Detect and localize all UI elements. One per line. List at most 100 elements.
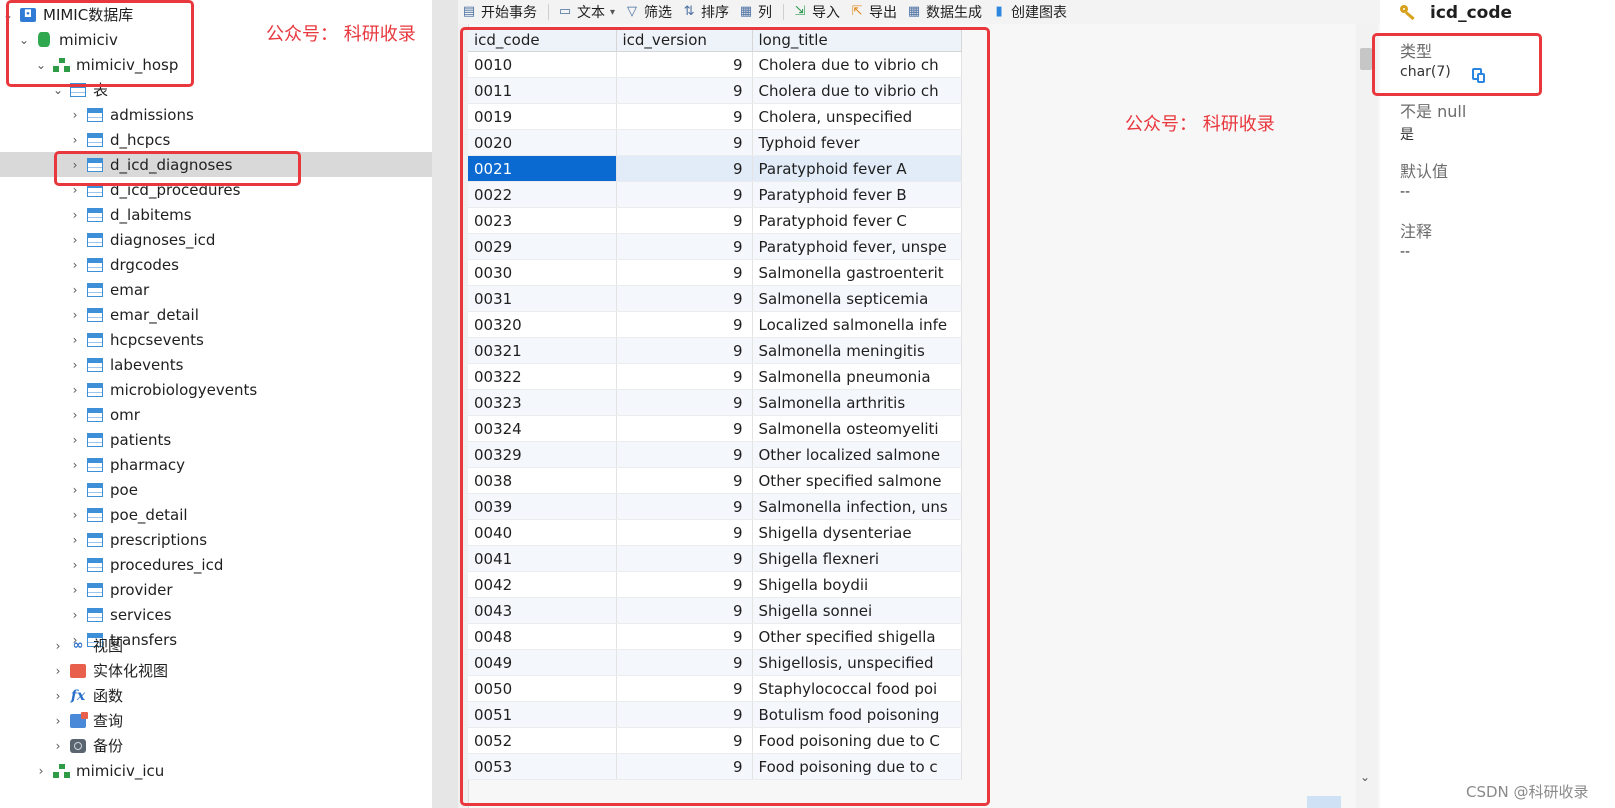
chevron-down-icon[interactable]: ⌄: [0, 8, 16, 22]
chevron-right-icon[interactable]: ›: [33, 764, 49, 778]
cell-icd-version[interactable]: 9: [616, 545, 753, 572]
cell-long-title[interactable]: Cholera, unspecified: [752, 103, 962, 130]
cell-icd-code[interactable]: 00324: [468, 415, 617, 442]
table-row[interactable]: 0023 9 Paratyphoid fever C: [468, 207, 962, 234]
cell-icd-code[interactable]: 0020: [468, 129, 617, 156]
chevron-right-icon[interactable]: ›: [67, 458, 83, 472]
caret-down-icon[interactable]: ▾: [610, 7, 615, 18]
cell-icd-version[interactable]: 9: [616, 363, 753, 390]
cell-long-title[interactable]: Shigellosis, unspecified: [752, 649, 962, 676]
chevron-down-icon[interactable]: ⌄: [50, 83, 66, 97]
table-row[interactable]: 00322 9 Salmonella pneumonia: [468, 363, 962, 390]
cell-icd-code[interactable]: 00320: [468, 311, 617, 338]
cell-icd-version[interactable]: 9: [616, 493, 753, 520]
tree-table-item[interactable]: › d_icd_diagnoses: [0, 152, 432, 177]
chevron-right-icon[interactable]: ›: [67, 283, 83, 297]
chevron-right-icon[interactable]: ›: [50, 689, 66, 703]
cell-icd-code[interactable]: 00321: [468, 337, 617, 364]
filter-button[interactable]: ▽ 筛选: [621, 1, 678, 23]
table-row[interactable]: 0022 9 Paratyphoid fever B: [468, 181, 962, 208]
cell-long-title[interactable]: Cholera due to vibrio ch: [752, 51, 962, 78]
panel-splitter[interactable]: [432, 0, 458, 808]
chevron-right-icon[interactable]: ›: [67, 558, 83, 572]
table-row[interactable]: 0021 9 Paratyphoid fever A: [468, 155, 962, 182]
import-button[interactable]: ⇲ 导入: [789, 1, 846, 23]
cell-icd-version[interactable]: 9: [616, 155, 753, 182]
table-row[interactable]: 0030 9 Salmonella gastroenterit: [468, 259, 962, 286]
horizontal-scrollbar-thumb[interactable]: [1307, 796, 1341, 808]
table-row[interactable]: 0042 9 Shigella boydii: [468, 571, 962, 598]
vertical-scrollbar[interactable]: ⌄: [1356, 24, 1378, 808]
cell-long-title[interactable]: Salmonella osteomyeliti: [752, 415, 962, 442]
cell-icd-version[interactable]: 9: [616, 77, 753, 104]
tree-table-item[interactable]: › hcpcsevents: [0, 327, 432, 352]
cell-long-title[interactable]: Other localized salmone: [752, 441, 962, 468]
cell-long-title[interactable]: Shigella sonnei: [752, 597, 962, 624]
cell-icd-code[interactable]: 0043: [468, 597, 617, 624]
table-row[interactable]: 0050 9 Staphylococcal food poi: [468, 675, 962, 702]
cell-icd-code[interactable]: 0049: [468, 649, 617, 676]
cell-long-title[interactable]: Food poisoning due to c: [752, 753, 962, 780]
tree-table-item[interactable]: › microbiologyevents: [0, 377, 432, 402]
columns-button[interactable]: ▦ 列: [735, 1, 778, 23]
table-row[interactable]: 00320 9 Localized salmonella infe: [468, 311, 962, 338]
copy-icon[interactable]: [1472, 68, 1485, 83]
cell-long-title[interactable]: Salmonella septicemia: [752, 285, 962, 312]
cell-icd-code[interactable]: 0010: [468, 51, 617, 78]
chevron-right-icon[interactable]: ›: [67, 358, 83, 372]
chevron-down-icon[interactable]: ⌄: [16, 33, 32, 47]
tree-materialized-views[interactable]: › 实体化视图: [0, 658, 432, 683]
cell-icd-code[interactable]: 0048: [468, 623, 617, 650]
cell-icd-version[interactable]: 9: [616, 207, 753, 234]
table-row[interactable]: 0039 9 Salmonella infection, uns: [468, 493, 962, 520]
cell-long-title[interactable]: Food poisoning due to C: [752, 727, 962, 754]
chevron-right-icon[interactable]: ›: [50, 714, 66, 728]
chevron-right-icon[interactable]: ›: [67, 333, 83, 347]
chevron-right-icon[interactable]: ›: [67, 583, 83, 597]
chevron-right-icon[interactable]: ›: [50, 739, 66, 753]
cell-long-title[interactable]: Other specified salmone: [752, 467, 962, 494]
cell-long-title[interactable]: Salmonella arthritis: [752, 389, 962, 416]
cell-icd-version[interactable]: 9: [616, 311, 753, 338]
cell-icd-version[interactable]: 9: [616, 129, 753, 156]
cell-long-title[interactable]: Typhoid fever: [752, 129, 962, 156]
cell-long-title[interactable]: Paratyphoid fever C: [752, 207, 962, 234]
tree-table-item[interactable]: › poe: [0, 477, 432, 502]
table-row[interactable]: 00323 9 Salmonella arthritis: [468, 389, 962, 416]
chevron-right-icon[interactable]: ›: [67, 433, 83, 447]
cell-long-title[interactable]: Paratyphoid fever A: [752, 155, 962, 182]
cell-icd-version[interactable]: 9: [616, 701, 753, 728]
cell-icd-version[interactable]: 9: [616, 51, 753, 78]
tree-views[interactable]: › ∞ 视图: [0, 633, 432, 658]
table-row[interactable]: 0011 9 Cholera due to vibrio ch: [468, 77, 962, 104]
cell-long-title[interactable]: Salmonella gastroenterit: [752, 259, 962, 286]
chevron-right-icon[interactable]: ›: [67, 608, 83, 622]
cell-icd-version[interactable]: 9: [616, 441, 753, 468]
cell-icd-code[interactable]: 0042: [468, 571, 617, 598]
tree-table-item[interactable]: › drgcodes: [0, 252, 432, 277]
chevron-right-icon[interactable]: ›: [67, 383, 83, 397]
chevron-right-icon[interactable]: ›: [50, 639, 66, 653]
cell-icd-version[interactable]: 9: [616, 467, 753, 494]
chevron-right-icon[interactable]: ›: [67, 158, 83, 172]
tree-table-item[interactable]: › services: [0, 602, 432, 627]
table-row[interactable]: 0019 9 Cholera, unspecified: [468, 103, 962, 130]
cell-icd-code[interactable]: 0011: [468, 77, 617, 104]
cell-icd-code[interactable]: 0038: [468, 467, 617, 494]
column-header-icd-version[interactable]: icd_version: [616, 28, 753, 52]
tree-schema-mimiciv-hosp[interactable]: ⌄ mimiciv_hosp: [0, 52, 432, 77]
cell-icd-code[interactable]: 0031: [468, 285, 617, 312]
chevron-right-icon[interactable]: ›: [67, 183, 83, 197]
table-row[interactable]: 0020 9 Typhoid fever: [468, 129, 962, 156]
table-row[interactable]: 00329 9 Other localized salmone: [468, 441, 962, 468]
chevron-right-icon[interactable]: ›: [67, 258, 83, 272]
cell-icd-code[interactable]: 00329: [468, 441, 617, 468]
cell-icd-code[interactable]: 0021: [468, 155, 617, 182]
chevron-right-icon[interactable]: ›: [67, 483, 83, 497]
create-chart-button[interactable]: ▮ 创建图表: [988, 1, 1073, 23]
cell-icd-version[interactable]: 9: [616, 389, 753, 416]
cell-icd-code[interactable]: 0053: [468, 753, 617, 780]
tree-table-item[interactable]: › patients: [0, 427, 432, 452]
cell-long-title[interactable]: Shigella dysenteriae: [752, 519, 962, 546]
export-button[interactable]: ⇱ 导出: [846, 1, 903, 23]
